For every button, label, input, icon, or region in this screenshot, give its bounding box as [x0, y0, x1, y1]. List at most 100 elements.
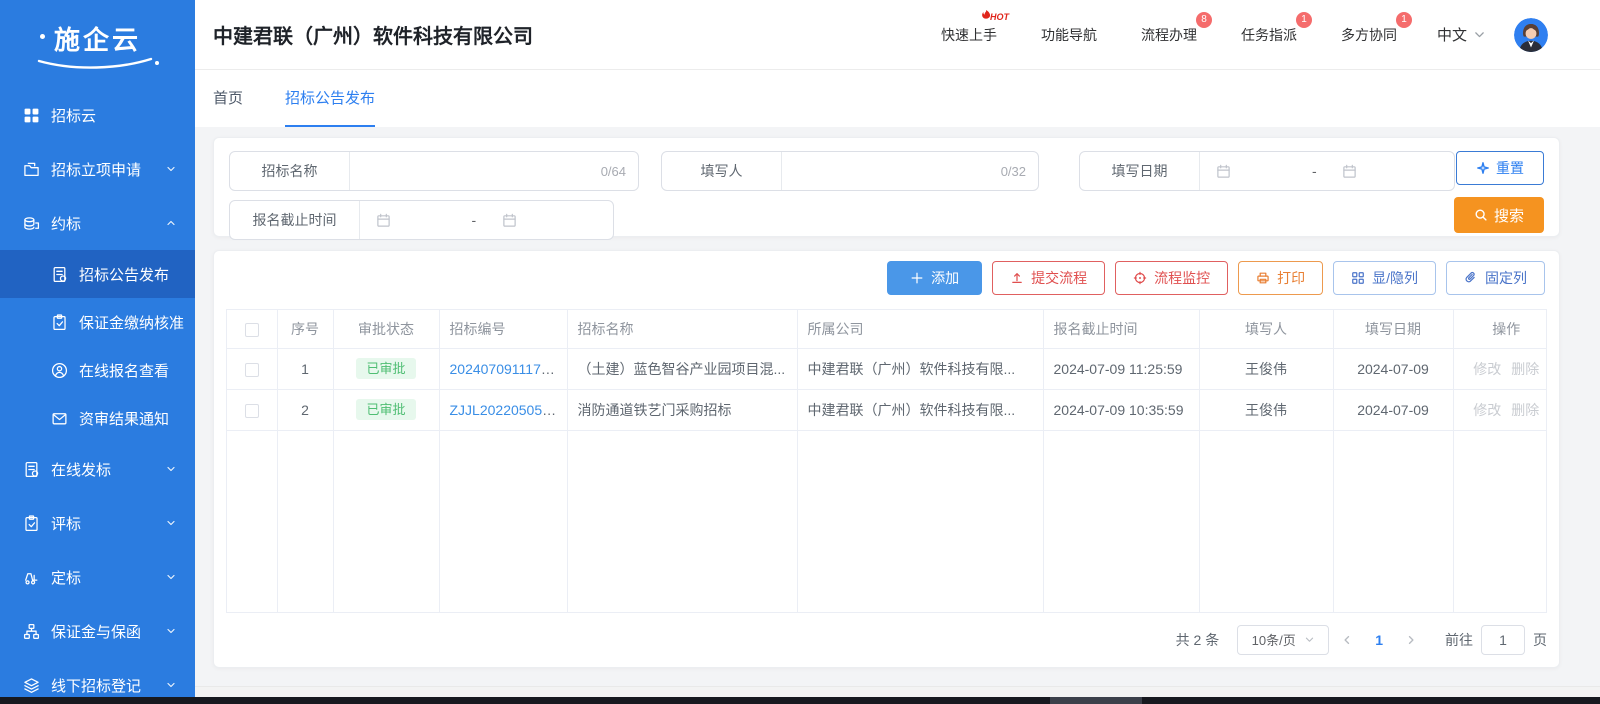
folder-icon	[22, 160, 40, 178]
cell-company: 中建君联（广州）软件科技有限...	[797, 389, 1043, 430]
page-number[interactable]: 1	[1375, 632, 1383, 648]
sidebar-item-label: 评标	[51, 513, 165, 534]
bid-code-link[interactable]: ZJJL20220505001	[450, 402, 566, 418]
col-header-code: 招标编号	[439, 310, 567, 348]
user-avatar[interactable]	[1514, 18, 1548, 52]
chevron-down-icon	[165, 163, 177, 175]
document-badge-icon	[50, 265, 68, 283]
submit-flow-button[interactable]: 提交流程	[992, 261, 1105, 295]
sidebar-item-qualification-result-notice[interactable]: 资审结果通知	[0, 394, 195, 442]
logo-dot	[40, 34, 45, 39]
user-circle-icon	[50, 361, 68, 379]
edit-action[interactable]: 修改	[1473, 361, 1501, 377]
fill-date-range-input[interactable]: -	[1200, 152, 1454, 190]
sparkle-icon	[1476, 161, 1490, 175]
total-count: 共 2 条	[1176, 630, 1220, 650]
page-title: 中建君联（广州）软件科技有限公司	[213, 20, 533, 49]
sitemap-icon	[22, 622, 40, 640]
sidebar-item-deposit-and-guarantee[interactable]: 保证金与保函	[0, 604, 195, 658]
nav-multi-collaboration[interactable]: 多方协同 1	[1341, 25, 1397, 45]
notification-badge: 1	[1396, 12, 1412, 28]
sidebar-item-bid-evaluation[interactable]: 评标	[0, 496, 195, 550]
tab-bar: 首页 招标公告发布	[195, 70, 1600, 127]
sidebar-item-label: 线下招标登记	[51, 675, 165, 696]
sidebar-item-label: 定标	[51, 567, 165, 588]
language-selector[interactable]: 中文	[1437, 24, 1486, 45]
sidebar-item-label: 在线发标	[51, 459, 165, 480]
prev-page-button[interactable]	[1333, 626, 1361, 654]
cell-filler: 王俊伟	[1199, 389, 1333, 430]
coins-icon	[22, 214, 40, 232]
filler-label: 填写人	[662, 152, 782, 190]
cell-date: 2024-07-09	[1333, 348, 1453, 389]
row-checkbox[interactable]	[245, 363, 259, 377]
nav-label: 快速上手	[941, 27, 997, 43]
sidebar-item-bid-announcement-publish[interactable]: 招标公告发布	[0, 250, 195, 298]
layers-icon	[22, 676, 40, 694]
sidebar-item-label: 招标立项申请	[51, 159, 165, 180]
language-label: 中文	[1437, 24, 1467, 45]
nav-task-assign[interactable]: 任务指派 1	[1241, 25, 1297, 45]
tab-home[interactable]: 首页	[213, 70, 243, 127]
row-checkbox[interactable]	[245, 404, 259, 418]
page-size-select[interactable]: 10条/页	[1237, 625, 1329, 655]
fixed-columns-label: 固定列	[1485, 268, 1527, 288]
nav-function-guide[interactable]: 功能导航	[1041, 25, 1097, 45]
delete-action[interactable]: 删除	[1511, 402, 1539, 418]
logo-swoosh	[35, 57, 161, 71]
hot-badge-text: HOT	[990, 12, 1009, 22]
cell-seq: 1	[277, 348, 333, 389]
search-button[interactable]: 搜索	[1454, 197, 1544, 233]
flow-monitor-label: 流程监控	[1154, 268, 1210, 288]
sidebar-item-invite-bid[interactable]: 约标	[0, 196, 195, 250]
col-header-actions: 操作	[1453, 310, 1547, 348]
next-page-button[interactable]	[1397, 626, 1425, 654]
scrollbar-thumb[interactable]	[1050, 697, 1142, 704]
nav-process-handling[interactable]: 流程办理 8	[1141, 25, 1197, 45]
grid-icon	[22, 106, 40, 124]
cell-name: （土建）蓝色智谷产业园项目混...	[567, 348, 797, 389]
select-all-checkbox[interactable]	[245, 323, 259, 337]
sidebar-item-label: 招标公告发布	[79, 264, 177, 285]
sidebar-item-online-registration-view[interactable]: 在线报名查看	[0, 346, 195, 394]
deadline-range-input[interactable]: -	[360, 201, 613, 239]
sidebar-item-bid-project-application[interactable]: 招标立项申请	[0, 142, 195, 196]
top-nav: 快速上手 HOT 功能导航 流程办理 8 任务指派 1 多方协同 1	[897, 18, 1548, 52]
submit-flow-label: 提交流程	[1031, 268, 1087, 288]
sidebar-item-bidding-cloud[interactable]: 招标云	[0, 88, 195, 142]
mail-icon	[50, 409, 68, 427]
nav-quick-start[interactable]: 快速上手 HOT	[941, 25, 997, 45]
clipboard-check-icon	[22, 514, 40, 532]
notification-badge: 1	[1296, 12, 1312, 28]
reset-button[interactable]: 重置	[1456, 151, 1544, 185]
chevron-down-icon	[165, 625, 177, 637]
fixed-columns-button[interactable]: 固定列	[1446, 261, 1545, 295]
tab-bid-announcement-publish[interactable]: 招标公告发布	[285, 70, 375, 127]
sidebar-item-deposit-payment-approval[interactable]: 保证金缴纳核准	[0, 298, 195, 346]
cell-company: 中建君联（广州）软件科技有限...	[797, 348, 1043, 389]
print-button[interactable]: 打印	[1238, 261, 1323, 295]
reset-button-label: 重置	[1496, 158, 1524, 178]
sidebar-item-online-bid-issue[interactable]: 在线发标	[0, 442, 195, 496]
bid-name-input[interactable]	[350, 152, 638, 190]
col-header-date: 填写日期	[1333, 310, 1453, 348]
add-button-label: 添加	[931, 268, 959, 288]
horizontal-scrollbar-track[interactable]	[195, 686, 1600, 697]
sidebar-item-label: 招标云	[51, 105, 177, 126]
bid-name-counter: 0/64	[601, 164, 626, 179]
search-button-label: 搜索	[1494, 205, 1524, 226]
filler-input[interactable]	[782, 152, 1038, 190]
delete-action[interactable]: 删除	[1511, 361, 1539, 377]
goto-page-input[interactable]	[1481, 625, 1525, 655]
add-button[interactable]: 添加	[887, 261, 982, 295]
table-row: 2 已审批 ZJJL20220505001 消防通道铁艺门采购招标 中建君联（广…	[227, 389, 1547, 430]
pagination: 共 2 条 10条/页 1 前往 页	[226, 613, 1547, 667]
bid-table: 序号 审批状态 招标编号 招标名称 所属公司 报名截止时间 填写人 填写日期 操…	[226, 309, 1547, 613]
show-hide-columns-button[interactable]: 显/隐列	[1333, 261, 1436, 295]
bid-code-link[interactable]: 2024070911170...	[450, 361, 561, 377]
calendar-icon	[502, 213, 517, 228]
edit-action[interactable]: 修改	[1473, 402, 1501, 418]
top-header: 中建君联（广州）软件科技有限公司 快速上手 HOT 功能导航 流程办理 8 任务…	[195, 0, 1600, 70]
flow-monitor-button[interactable]: 流程监控	[1115, 261, 1228, 295]
sidebar-item-bid-award[interactable]: 定标	[0, 550, 195, 604]
